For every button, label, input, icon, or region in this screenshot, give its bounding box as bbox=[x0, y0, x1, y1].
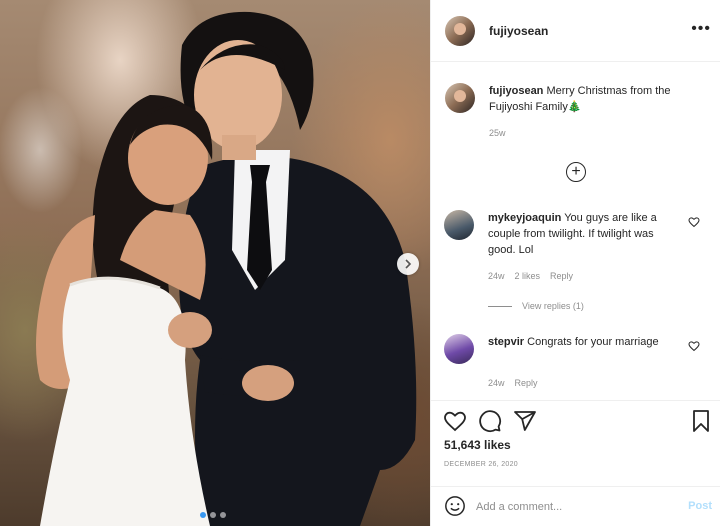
carousel-next-button[interactable] bbox=[397, 253, 419, 275]
comment-text: mykeyjoaquin You guys are like a couple … bbox=[488, 210, 678, 258]
smiley-icon[interactable] bbox=[444, 495, 466, 517]
plus-circle-icon: + bbox=[571, 163, 581, 180]
commenter-avatar[interactable] bbox=[444, 210, 474, 240]
reply-button[interactable]: Reply bbox=[550, 271, 573, 281]
carousel-dots bbox=[200, 512, 226, 518]
bookmark-icon[interactable] bbox=[691, 409, 711, 433]
post-comment-button[interactable]: Post bbox=[688, 500, 712, 512]
comment-likes-count[interactable]: 2 likes bbox=[515, 271, 541, 281]
comment-meta: 24w 2 likes Reply bbox=[488, 271, 573, 281]
comment-text: stepvir Congrats for your marriage bbox=[488, 334, 678, 350]
post-date[interactable]: DECEMBER 26, 2020 bbox=[444, 461, 518, 468]
comment-username[interactable]: mykeyjoaquin bbox=[488, 212, 561, 224]
avatar[interactable] bbox=[445, 83, 475, 113]
comment-timestamp[interactable]: 24w bbox=[488, 271, 505, 281]
carousel-dot bbox=[210, 512, 216, 518]
post-photo[interactable] bbox=[0, 0, 430, 526]
comment-meta: 24w Reply bbox=[488, 378, 538, 388]
view-replies-label: View replies (1) bbox=[522, 301, 584, 311]
load-more-comments-button[interactable]: + bbox=[566, 162, 586, 182]
heart-icon[interactable] bbox=[443, 409, 467, 433]
carousel-dot bbox=[200, 512, 206, 518]
comment-icon[interactable] bbox=[478, 409, 502, 433]
comment-timestamp[interactable]: 24w bbox=[488, 378, 505, 388]
couple-photo-illustration bbox=[36, 11, 417, 526]
comment-input[interactable] bbox=[476, 497, 666, 517]
add-comment-bar: Post bbox=[430, 486, 720, 526]
caption-text: fujiyosean Merry Christmas from the Fuji… bbox=[489, 83, 707, 115]
comment-item: stepvir Congrats for your marriage 24w R… bbox=[444, 334, 714, 394]
comment-like-heart-icon[interactable] bbox=[688, 216, 700, 228]
commenter-avatar[interactable] bbox=[444, 334, 474, 364]
more-options-icon[interactable]: ••• bbox=[691, 20, 711, 38]
avatar[interactable] bbox=[445, 15, 475, 46]
caption-username[interactable]: fujiyosean bbox=[489, 85, 543, 97]
comment-username[interactable]: stepvir bbox=[488, 336, 524, 348]
post-author-username[interactable]: fujiyosean bbox=[489, 24, 548, 38]
carousel-dot bbox=[220, 512, 226, 518]
likes-count[interactable]: 51,643 likes bbox=[444, 438, 511, 452]
comment-body: Congrats for your marriage bbox=[527, 336, 659, 348]
paper-plane-icon[interactable] bbox=[513, 409, 537, 433]
replies-divider-line bbox=[488, 305, 512, 307]
comment-item: mykeyjoaquin You guys are like a couple … bbox=[444, 210, 714, 311]
post-header: fujiyosean ••• bbox=[431, 0, 720, 62]
post-actions: 51,643 likes DECEMBER 26, 2020 bbox=[430, 400, 720, 486]
reply-button[interactable]: Reply bbox=[515, 378, 538, 388]
view-replies-button[interactable]: View replies (1) bbox=[488, 301, 584, 311]
chevron-right-icon bbox=[405, 259, 412, 269]
comment-like-heart-icon[interactable] bbox=[688, 340, 700, 352]
caption-timestamp[interactable]: 25w bbox=[489, 128, 506, 138]
